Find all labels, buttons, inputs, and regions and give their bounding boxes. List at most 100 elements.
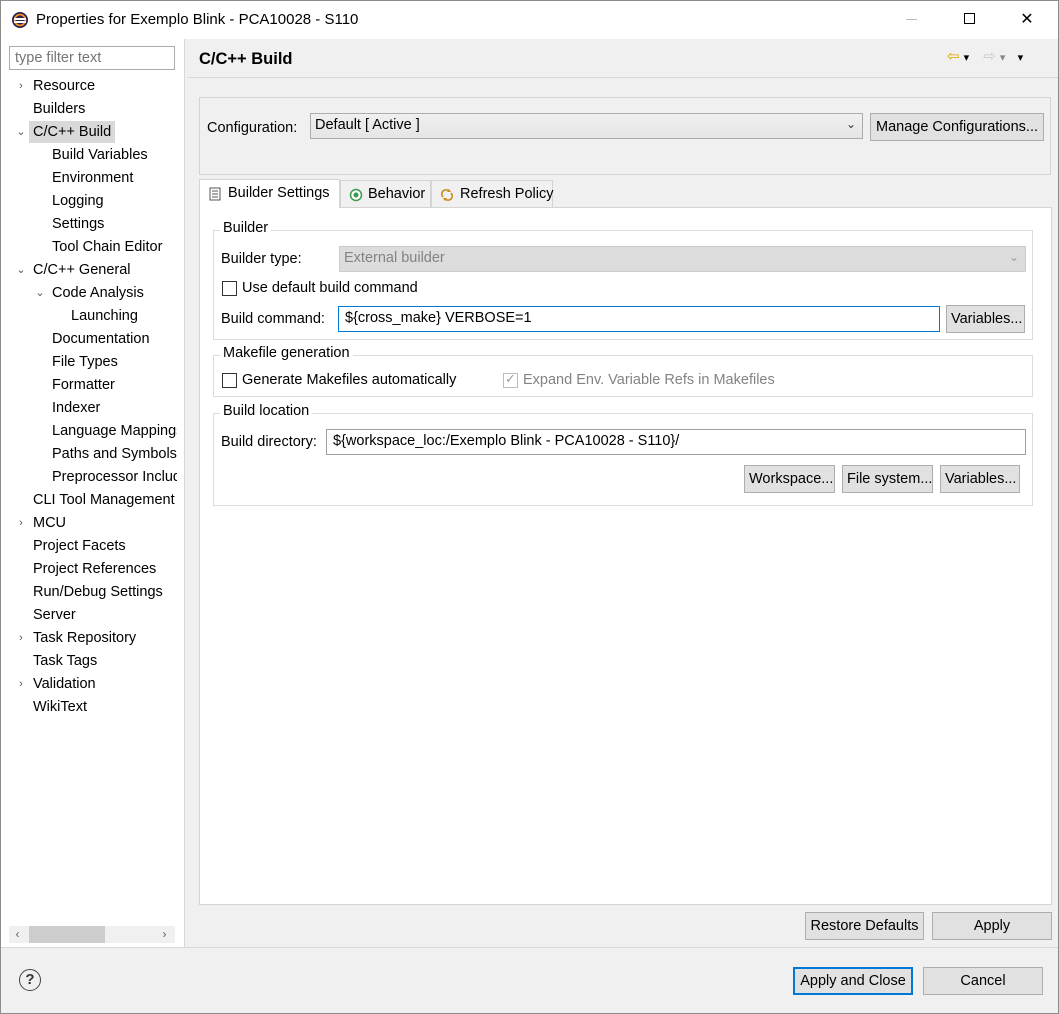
tree-item-resource[interactable]: Resource	[33, 75, 95, 97]
tab-label: Refresh Policy	[460, 186, 554, 202]
scrollbar-thumb[interactable]	[29, 926, 105, 943]
maximize-icon	[963, 12, 975, 24]
filter-input[interactable]	[9, 46, 175, 70]
restore-defaults-button[interactable]: Restore Defaults	[805, 912, 924, 940]
property-tree: › Resource Builders ⌄ C/C++ Build Build …	[1, 75, 177, 927]
refresh-policy-icon	[440, 188, 454, 202]
tree-item-tool-chain-editor[interactable]: Tool Chain Editor	[52, 236, 162, 258]
tree-item-wikitext[interactable]: WikiText	[33, 696, 87, 718]
tree-item-build-variables[interactable]: Build Variables	[52, 144, 148, 166]
close-button[interactable]: ✕	[998, 1, 1056, 39]
horizontal-scrollbar[interactable]: ‹ ›	[9, 926, 175, 943]
configuration-label: Configuration:	[207, 120, 298, 136]
generate-makefiles-checkbox[interactable]	[222, 373, 237, 388]
window-title: Properties for Exemplo Blink - PCA10028 …	[36, 11, 359, 28]
tree-item-run-debug-settings[interactable]: Run/Debug Settings	[33, 581, 163, 603]
cancel-button[interactable]: Cancel	[923, 967, 1043, 995]
back-arrow-icon[interactable]: ⇦	[947, 47, 960, 65]
tree-item-preprocessor-include[interactable]: Preprocessor Include Paths	[52, 466, 177, 488]
tree-item-cli-tool-management[interactable]: CLI Tool Management	[33, 489, 175, 511]
forward-menu-dropdown-icon[interactable]: ▾	[1000, 51, 1006, 64]
apply-button[interactable]: Apply	[932, 912, 1052, 940]
build-command-input[interactable]: ${cross_make} VERBOSE=1	[338, 306, 940, 332]
tab-refresh-policy[interactable]: Refresh Policy	[431, 180, 553, 208]
configuration-value: Default [ Active ]	[315, 117, 420, 133]
tree-item-language-mappings[interactable]: Language Mappings	[52, 420, 177, 442]
tree-item-task-repository[interactable]: Task Repository	[33, 627, 136, 649]
build-directory-input[interactable]: ${workspace_loc:/Exemplo Blink - PCA1002…	[326, 429, 1026, 455]
tree-item-formatter[interactable]: Formatter	[52, 374, 115, 396]
tree-item-settings[interactable]: Settings	[52, 213, 104, 235]
expand-chevron-icon[interactable]: ›	[15, 512, 27, 534]
group-title: Builder	[220, 220, 272, 236]
close-icon: ✕	[1020, 11, 1034, 28]
tree-item-project-references[interactable]: Project References	[33, 558, 156, 580]
tab-builder-settings[interactable]: Builder Settings	[199, 179, 340, 208]
use-default-command-checkbox[interactable]	[222, 281, 237, 296]
builder-group: Builder Builder type: External builder ⌄…	[213, 220, 1033, 340]
tree-item-paths-and-symbols[interactable]: Paths and Symbols	[52, 443, 177, 465]
builder-type-label: Builder type:	[221, 251, 302, 267]
minimize-button[interactable]	[882, 1, 940, 39]
forward-arrow-icon[interactable]: ⇨	[983, 47, 996, 65]
tab-behavior[interactable]: Behavior	[340, 180, 431, 208]
file-system-button[interactable]: File system...	[842, 465, 933, 493]
configuration-panel: Configuration: Default [ Active ] ⌄ Mana…	[199, 97, 1051, 175]
eclipse-app-icon	[12, 12, 28, 28]
build-command-label: Build command:	[221, 311, 325, 327]
tree-item-launching[interactable]: Launching	[71, 305, 138, 327]
use-default-command-label: Use default build command	[242, 280, 418, 296]
builder-variables-button[interactable]: Variables...	[946, 305, 1025, 333]
expand-chevron-icon[interactable]: ›	[15, 673, 27, 695]
tree-item-project-facets[interactable]: Project Facets	[33, 535, 126, 557]
builder-settings-panel: Builder Builder type: External builder ⌄…	[199, 207, 1052, 905]
tree-item-environment[interactable]: Environment	[52, 167, 133, 189]
scroll-right-arrow-icon[interactable]: ›	[156, 926, 173, 943]
tree-item-code-analysis[interactable]: Code Analysis	[52, 282, 144, 304]
collapse-chevron-icon[interactable]: ⌄	[15, 259, 27, 281]
configuration-select[interactable]: Default [ Active ] ⌄	[310, 113, 863, 139]
tree-item-cpp-build[interactable]: C/C++ Build	[29, 121, 116, 143]
tree-item-server[interactable]: Server	[33, 604, 76, 626]
collapse-chevron-icon[interactable]: ⌄	[15, 121, 27, 143]
sidebar: › Resource Builders ⌄ C/C++ Build Build …	[1, 39, 185, 947]
tab-label: Builder Settings	[228, 185, 330, 201]
builder-settings-icon	[209, 187, 221, 201]
scroll-left-arrow-icon[interactable]: ‹	[9, 926, 26, 943]
expand-chevron-icon[interactable]: ›	[15, 75, 27, 97]
footer-divider	[1, 947, 1058, 948]
group-title: Build location	[220, 403, 313, 419]
makefile-generation-group: Makefile generation Generate Makefiles a…	[213, 345, 1033, 397]
tab-label: Behavior	[368, 186, 426, 202]
expand-env-refs-label: Expand Env. Variable Refs in Makefiles	[523, 372, 775, 388]
tree-item-task-tags[interactable]: Task Tags	[33, 650, 97, 672]
generate-makefiles-label: Generate Makefiles automatically	[242, 372, 457, 388]
apply-and-close-button[interactable]: Apply and Close	[793, 967, 913, 995]
page-title: C/C++ Build	[199, 50, 293, 68]
title-bar: Properties for Exemplo Blink - PCA10028 …	[1, 1, 1058, 39]
tree-item-cpp-general[interactable]: C/C++ General	[33, 259, 131, 281]
tree-item-documentation[interactable]: Documentation	[52, 328, 150, 350]
collapse-chevron-icon[interactable]: ⌄	[34, 282, 46, 304]
tree-item-file-types[interactable]: File Types	[52, 351, 118, 373]
maximize-button[interactable]	[940, 1, 998, 39]
expand-chevron-icon[interactable]: ›	[15, 627, 27, 649]
tree-item-logging[interactable]: Logging	[52, 190, 104, 212]
view-menu-dropdown-icon[interactable]: ▾	[1018, 51, 1024, 64]
chevron-down-icon: ⌄	[1008, 250, 1019, 264]
tree-item-indexer[interactable]: Indexer	[52, 397, 100, 419]
manage-configurations-button[interactable]: Manage Configurations...	[870, 113, 1044, 141]
back-menu-dropdown-icon[interactable]: ▾	[964, 51, 970, 64]
expand-env-refs-checkbox	[503, 371, 518, 388]
tree-item-builders[interactable]: Builders	[33, 98, 85, 120]
header-divider	[187, 77, 1058, 78]
build-directory-label: Build directory:	[221, 434, 317, 450]
workspace-button[interactable]: Workspace...	[744, 465, 835, 493]
help-icon[interactable]: ?	[19, 969, 41, 991]
minimize-icon	[905, 19, 917, 21]
group-title: Makefile generation	[220, 345, 353, 361]
behavior-icon	[349, 188, 363, 202]
tree-item-mcu[interactable]: MCU	[33, 512, 66, 534]
tree-item-validation[interactable]: Validation	[33, 673, 96, 695]
location-variables-button[interactable]: Variables...	[940, 465, 1020, 493]
